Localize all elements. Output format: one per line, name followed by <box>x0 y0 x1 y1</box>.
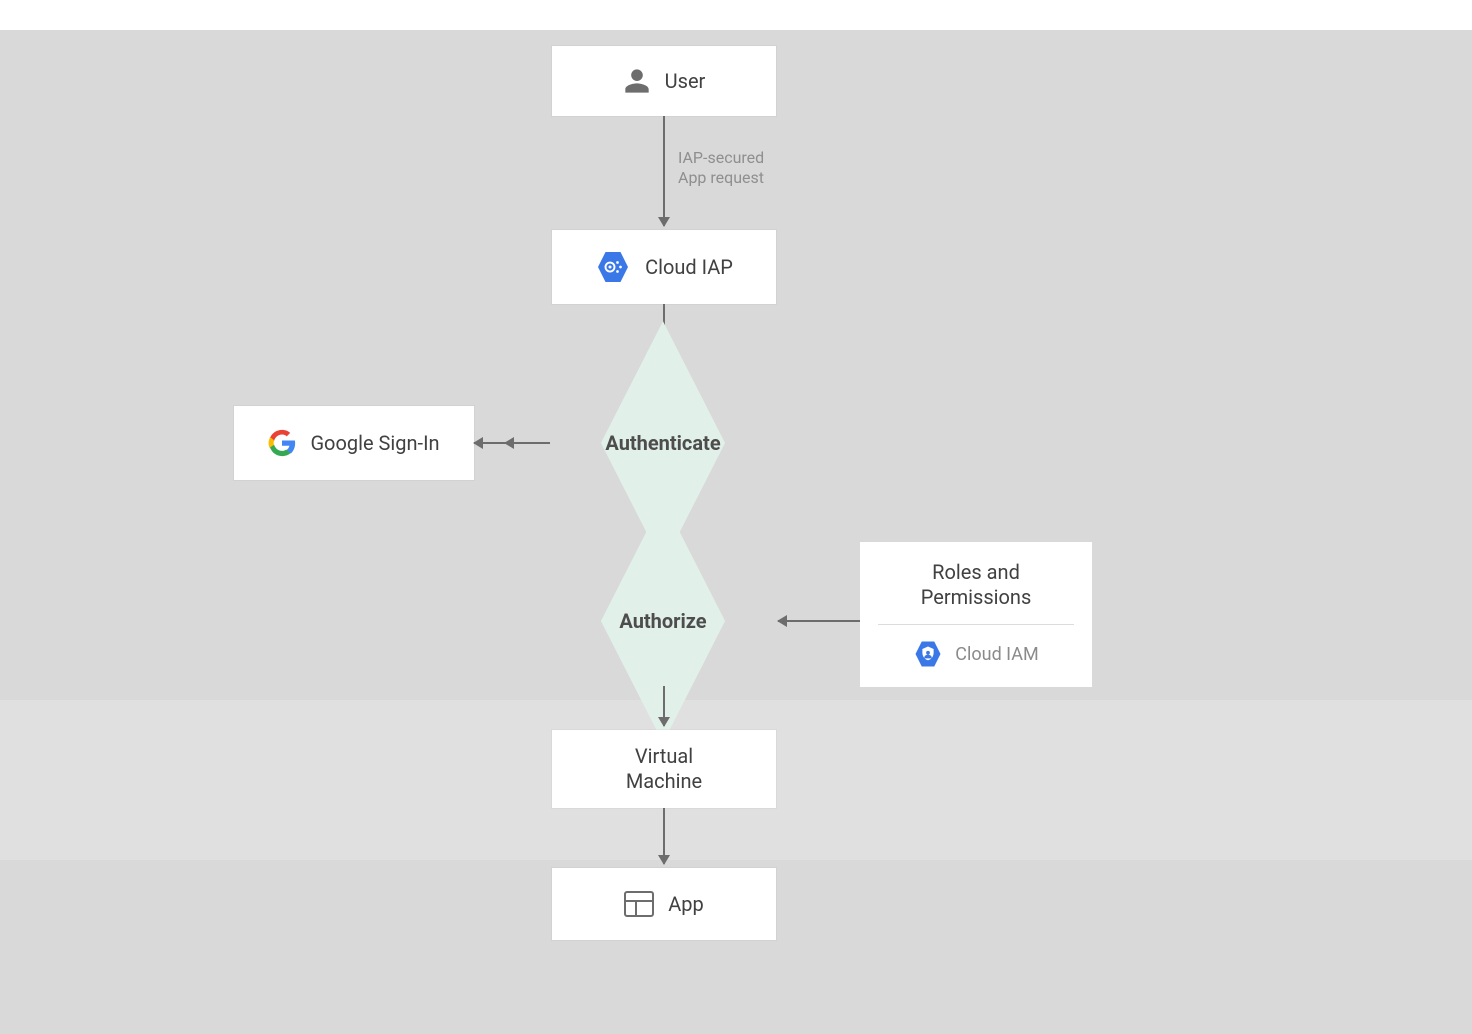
node-authenticate: Authenticate <box>538 378 788 508</box>
node-label: App <box>668 892 704 916</box>
node-label: Virtual Machine <box>626 744 702 794</box>
bg-band <box>0 0 1472 30</box>
edge-label-request: IAP-secured App request <box>678 148 764 188</box>
app-window-icon <box>624 891 654 917</box>
user-icon <box>623 67 651 95</box>
node-label: User <box>665 69 706 93</box>
node-user: User <box>552 46 776 116</box>
node-label: Authenticate <box>538 378 788 508</box>
node-label: Google Sign-In <box>310 431 439 455</box>
edge-signin-to-auth <box>474 442 550 444</box>
node-virtual-machine: Virtual Machine <box>552 730 776 808</box>
google-logo-icon <box>268 429 296 457</box>
edge-user-to-iap <box>663 116 665 226</box>
edge-authorize-to-vm <box>663 686 665 726</box>
cloud-iap-icon <box>595 249 631 285</box>
diagram-canvas: User IAP-secured App request Cloud IAP A… <box>0 0 1472 1034</box>
cloud-iam-icon <box>913 639 943 669</box>
edge-vm-to-app <box>663 808 665 864</box>
node-authorize: Authorize <box>538 556 788 686</box>
node-label: Cloud IAP <box>645 255 733 279</box>
card-sub-label: Cloud IAM <box>955 644 1038 665</box>
node-google-signin: Google Sign-In <box>234 406 474 480</box>
node-cloud-iap: Cloud IAP <box>552 230 776 304</box>
node-app: App <box>552 868 776 940</box>
card-title: Roles and Permissions <box>860 542 1092 624</box>
card-roles-permissions: Roles and Permissions Cloud IAM <box>860 542 1092 687</box>
edge-iam-to-authorize <box>778 620 860 622</box>
node-label: Authorize <box>538 556 788 686</box>
